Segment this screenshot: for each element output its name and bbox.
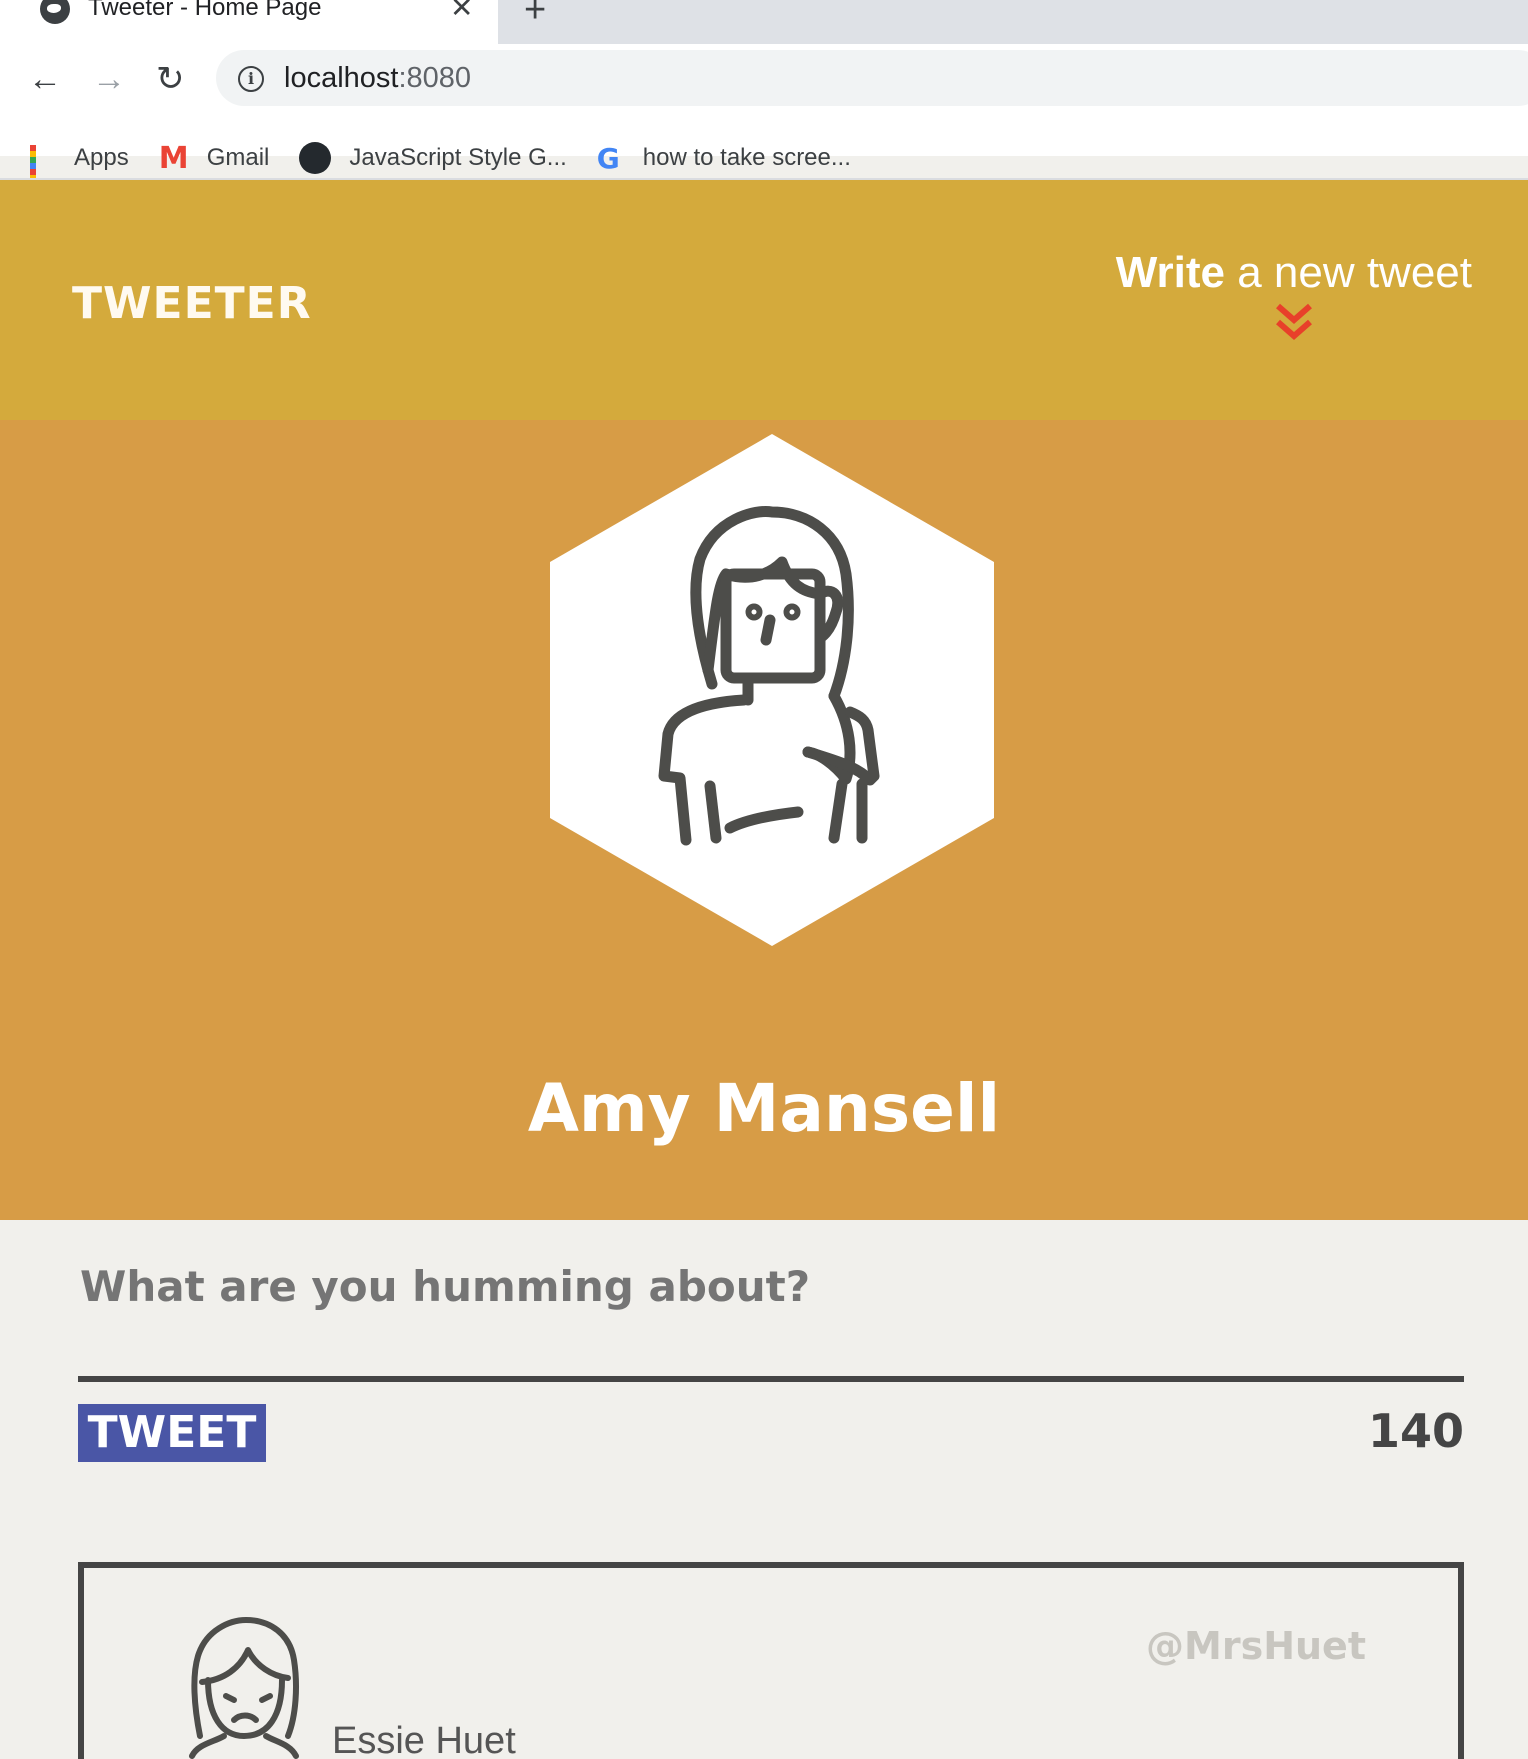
write-new-tweet-toggle[interactable]: Write a new tweet (1116, 248, 1472, 344)
tweet-button[interactable]: TWEET (78, 1404, 266, 1462)
reload-icon[interactable]: ↻ (156, 62, 185, 96)
tweet-card[interactable]: @MrsHuet Essie Huet (78, 1562, 1464, 1759)
profile-name: Amy Mansell (527, 1070, 1001, 1147)
apps-grid-icon (30, 145, 56, 199)
bookmark-label: JavaScript Style G... (349, 144, 567, 171)
bookmark-label: Apps (74, 144, 129, 171)
character-counter: 140 (1367, 1404, 1464, 1458)
google-icon: G (596, 141, 620, 175)
compose-toggle-text: a new tweet (1224, 248, 1472, 297)
gmail-icon (159, 141, 189, 176)
profile-header: Amy Mansell (0, 420, 1528, 1220)
forward-arrow-icon[interactable]: → (92, 62, 126, 96)
compose-toggle-bold: Write (1115, 248, 1225, 297)
bookmark-label: how to take scree... (642, 144, 851, 171)
tweet-compose-input[interactable] (80, 1262, 1380, 1311)
address-bar[interactable]: i localhost:8080 (216, 50, 1528, 106)
github-icon (299, 142, 332, 174)
info-icon[interactable]: i (238, 66, 264, 92)
globe-icon (40, 0, 70, 24)
browser-tab-strip: Tweeter - Home Page ✕ + (0, 0, 1528, 48)
compose-underline (78, 1376, 1464, 1382)
url-text: localhost:8080 (284, 62, 472, 94)
tab-close-icon[interactable]: ✕ (450, 0, 473, 22)
tweet-author-avatar (189, 1617, 299, 1759)
site-nav: TWEETER Write a new tweet (0, 180, 1528, 420)
double-chevron-down-icon[interactable] (1274, 300, 1314, 344)
new-tab-icon[interactable]: + (524, 0, 546, 29)
back-arrow-icon[interactable]: ← (28, 62, 62, 96)
main-content: TWEET 140 @MrsHuet Essie Huet (0, 1220, 1528, 1759)
tab-title: Tweeter - Home Page (88, 0, 322, 21)
profile-avatar (550, 434, 994, 946)
browser-toolbar: ← → ↻ i localhost:8080 Apps Gmail JavaSc… (0, 44, 1528, 199)
site-brand[interactable]: TWEETER (72, 278, 312, 329)
tweet-author-name: Essie Huet (332, 1720, 516, 1759)
browser-tab[interactable]: Tweeter - Home Page ✕ (0, 0, 498, 48)
bookmark-label: Gmail (206, 144, 270, 171)
tweet-handle: @MrsHuet (1146, 1624, 1366, 1668)
